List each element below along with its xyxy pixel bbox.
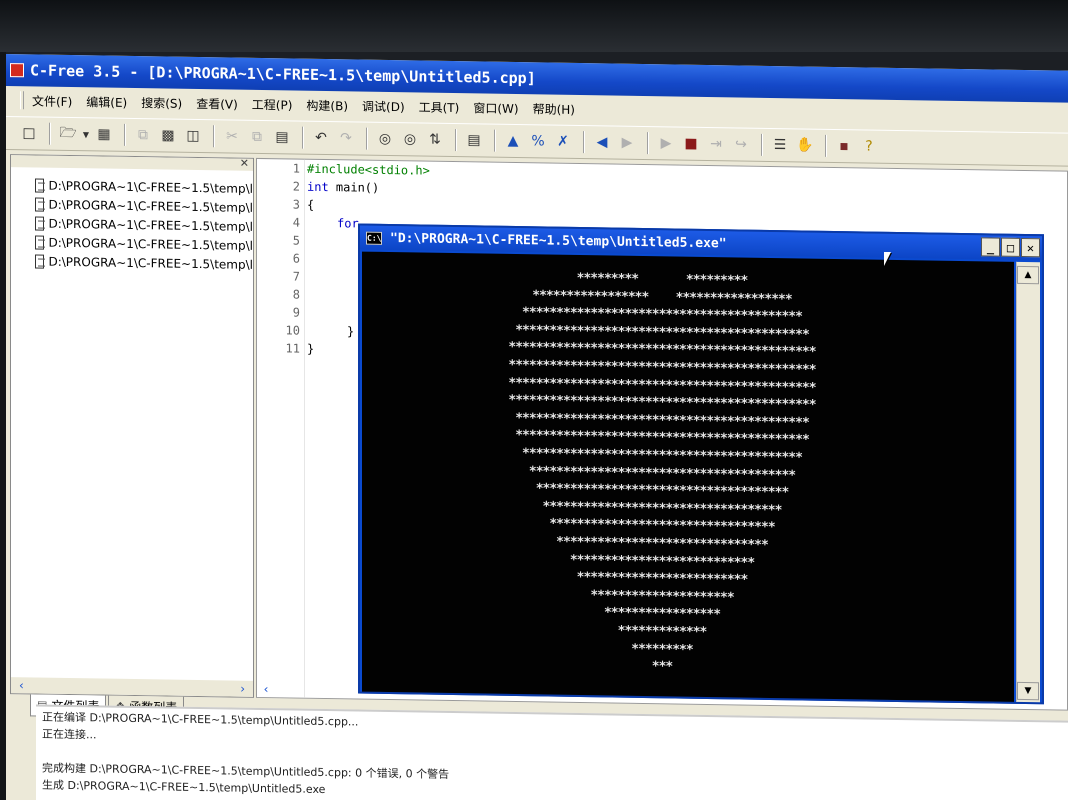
line-number: 10 <box>285 323 300 338</box>
toolbar-separator <box>583 131 585 154</box>
book-icon[interactable]: ▪ <box>833 135 855 157</box>
line-number: 1 <box>292 161 300 176</box>
console-title: "D:\PROGRA~1\C-FREE~1.5\temp\Untitled5.e… <box>390 230 727 251</box>
save-all-icon[interactable]: ◫ <box>182 125 204 147</box>
file-icon <box>35 177 45 193</box>
window-title: C-Free 3.5 - [D:\PROGRA~1\C-FREE~1.5\tem… <box>30 61 536 88</box>
line-number: 11 <box>285 341 300 356</box>
menu-build[interactable]: 构建(B) <box>306 96 348 114</box>
line-number: 4 <box>292 215 300 230</box>
minimize-button[interactable]: _ <box>981 237 1000 257</box>
file-icon <box>35 253 45 269</box>
goto-icon[interactable]: ▤ <box>463 129 485 151</box>
toolbar-separator <box>302 126 304 149</box>
scroll-up-icon[interactable]: ▲ <box>1017 265 1039 285</box>
menu-window[interactable]: 窗口(W) <box>473 99 518 117</box>
help-icon[interactable]: ? <box>858 135 880 157</box>
file-icon <box>35 215 45 231</box>
save-icon[interactable]: ▩ <box>157 124 179 146</box>
toolbar-separator <box>761 133 763 156</box>
paste-icon[interactable]: ▤ <box>271 126 293 148</box>
back-icon[interactable]: ◀ <box>591 131 613 153</box>
scroll-down-icon[interactable]: ▼ <box>1017 681 1039 701</box>
mouse-cursor-icon <box>884 252 891 266</box>
dropdown-icon[interactable]: ▼ <box>82 123 90 145</box>
toolbar-separator <box>455 129 457 152</box>
list-icon[interactable]: ☰ <box>769 134 791 156</box>
new-file-icon[interactable]: □ <box>18 122 40 144</box>
find-icon[interactable]: ◎ <box>374 128 396 150</box>
toolbar-separator <box>647 132 649 155</box>
hand-icon[interactable]: ✋ <box>794 134 816 156</box>
console-icon: C:\ <box>366 231 382 245</box>
editor-scroll-left-icon[interactable]: ‹ <box>256 680 276 698</box>
toolbar-separator <box>825 134 827 157</box>
app-icon <box>10 63 24 78</box>
monitor-bezel-top <box>0 0 1068 52</box>
menu-tools[interactable]: 工具(T) <box>419 98 460 116</box>
run-icon[interactable]: ▶ <box>655 132 677 154</box>
close-button[interactable]: ✕ <box>1021 237 1040 258</box>
code-line: int main() <box>307 179 380 195</box>
replace-icon[interactable]: ⇅ <box>424 129 446 151</box>
console-window-controls: _ □ ✕ <box>980 237 1040 258</box>
open-icon[interactable]: 🗁 <box>57 123 79 145</box>
toolbar-separator <box>494 129 496 152</box>
menu-search[interactable]: 搜索(S) <box>141 94 182 112</box>
line-number: 5 <box>292 233 300 248</box>
bookmark-icon[interactable]: ▲ <box>502 130 524 152</box>
menu-view[interactable]: 查看(V) <box>196 94 238 112</box>
scroll-right-icon[interactable]: › <box>240 682 245 696</box>
toolbar-separator <box>366 127 368 150</box>
line-number-gutter: 1 2 3 4 5 6 7 8 9 10 11 <box>257 158 305 698</box>
forward-icon[interactable]: ▶ <box>616 132 638 154</box>
line-number: 7 <box>292 269 300 284</box>
code-line: #include<stdio.h> <box>307 161 430 178</box>
toolbar-separator <box>49 122 51 145</box>
copy-doc-icon[interactable]: ⧉ <box>132 124 154 146</box>
stop-icon[interactable]: ■ <box>680 133 702 155</box>
console-window[interactable]: C:\ "D:\PROGRA~1\C-FREE~1.5\temp\Untitle… <box>358 223 1044 705</box>
build-output-panel: 正在编译 D:\PROGRA~1\C-FREE~1.5\temp\Untitle… <box>36 704 1068 800</box>
file-list-panel: ✕ D:\PROGRA~1\C-FREE~1.5\temp\l D:\PROGR… <box>10 154 254 698</box>
menu-help[interactable]: 帮助(H) <box>533 100 575 118</box>
line-number: 9 <box>292 305 300 320</box>
line-number: 6 <box>292 251 300 266</box>
copy-icon[interactable]: ⧉ <box>246 126 268 148</box>
line-number: 3 <box>292 197 300 212</box>
code-line: { <box>307 197 315 212</box>
menu-file[interactable]: 文件(F) <box>32 92 72 110</box>
menu-edit[interactable]: 编辑(E) <box>86 93 127 111</box>
scroll-left-icon[interactable]: ‹ <box>19 678 24 692</box>
toolbar-separator <box>124 123 126 146</box>
toggle-bookmark-icon[interactable]: % <box>527 130 549 152</box>
line-number: 8 <box>292 287 300 302</box>
menubar-grip[interactable] <box>20 91 24 110</box>
file-icon <box>35 196 45 212</box>
redo-icon[interactable]: ↷ <box>335 127 357 149</box>
file-list: D:\PROGRA~1\C-FREE~1.5\temp\l D:\PROGRA~… <box>11 167 253 274</box>
menu-project[interactable]: 工程(P) <box>252 95 293 113</box>
step-icon[interactable]: ⇥ <box>705 133 727 155</box>
line-number: 2 <box>292 179 300 194</box>
step-over-icon[interactable]: ↪ <box>730 133 752 155</box>
cut-icon[interactable]: ✂ <box>221 125 243 147</box>
toolbar-separator <box>213 125 215 148</box>
project-icon[interactable]: ▦ <box>93 123 115 145</box>
close-icon[interactable]: ✕ <box>240 157 249 170</box>
undo-icon[interactable]: ↶ <box>310 127 332 149</box>
cfree-main-window: C-Free 3.5 - [D:\PROGRA~1\C-FREE~1.5\tem… <box>6 54 1068 800</box>
menu-debug[interactable]: 调试(D) <box>362 97 405 115</box>
maximize-button[interactable]: □ <box>1001 237 1020 257</box>
file-icon <box>35 234 45 250</box>
clear-bookmark-icon[interactable]: ✗ <box>552 131 574 153</box>
file-list-item[interactable]: D:\PROGRA~1\C-FREE~1.5\temp\l <box>35 251 253 273</box>
find-next-icon[interactable]: ◎ <box>399 128 421 150</box>
console-scrollbar[interactable]: ▲ ▼ <box>1016 261 1040 703</box>
console-output: ********* ********* ***************** ***… <box>362 251 1014 702</box>
